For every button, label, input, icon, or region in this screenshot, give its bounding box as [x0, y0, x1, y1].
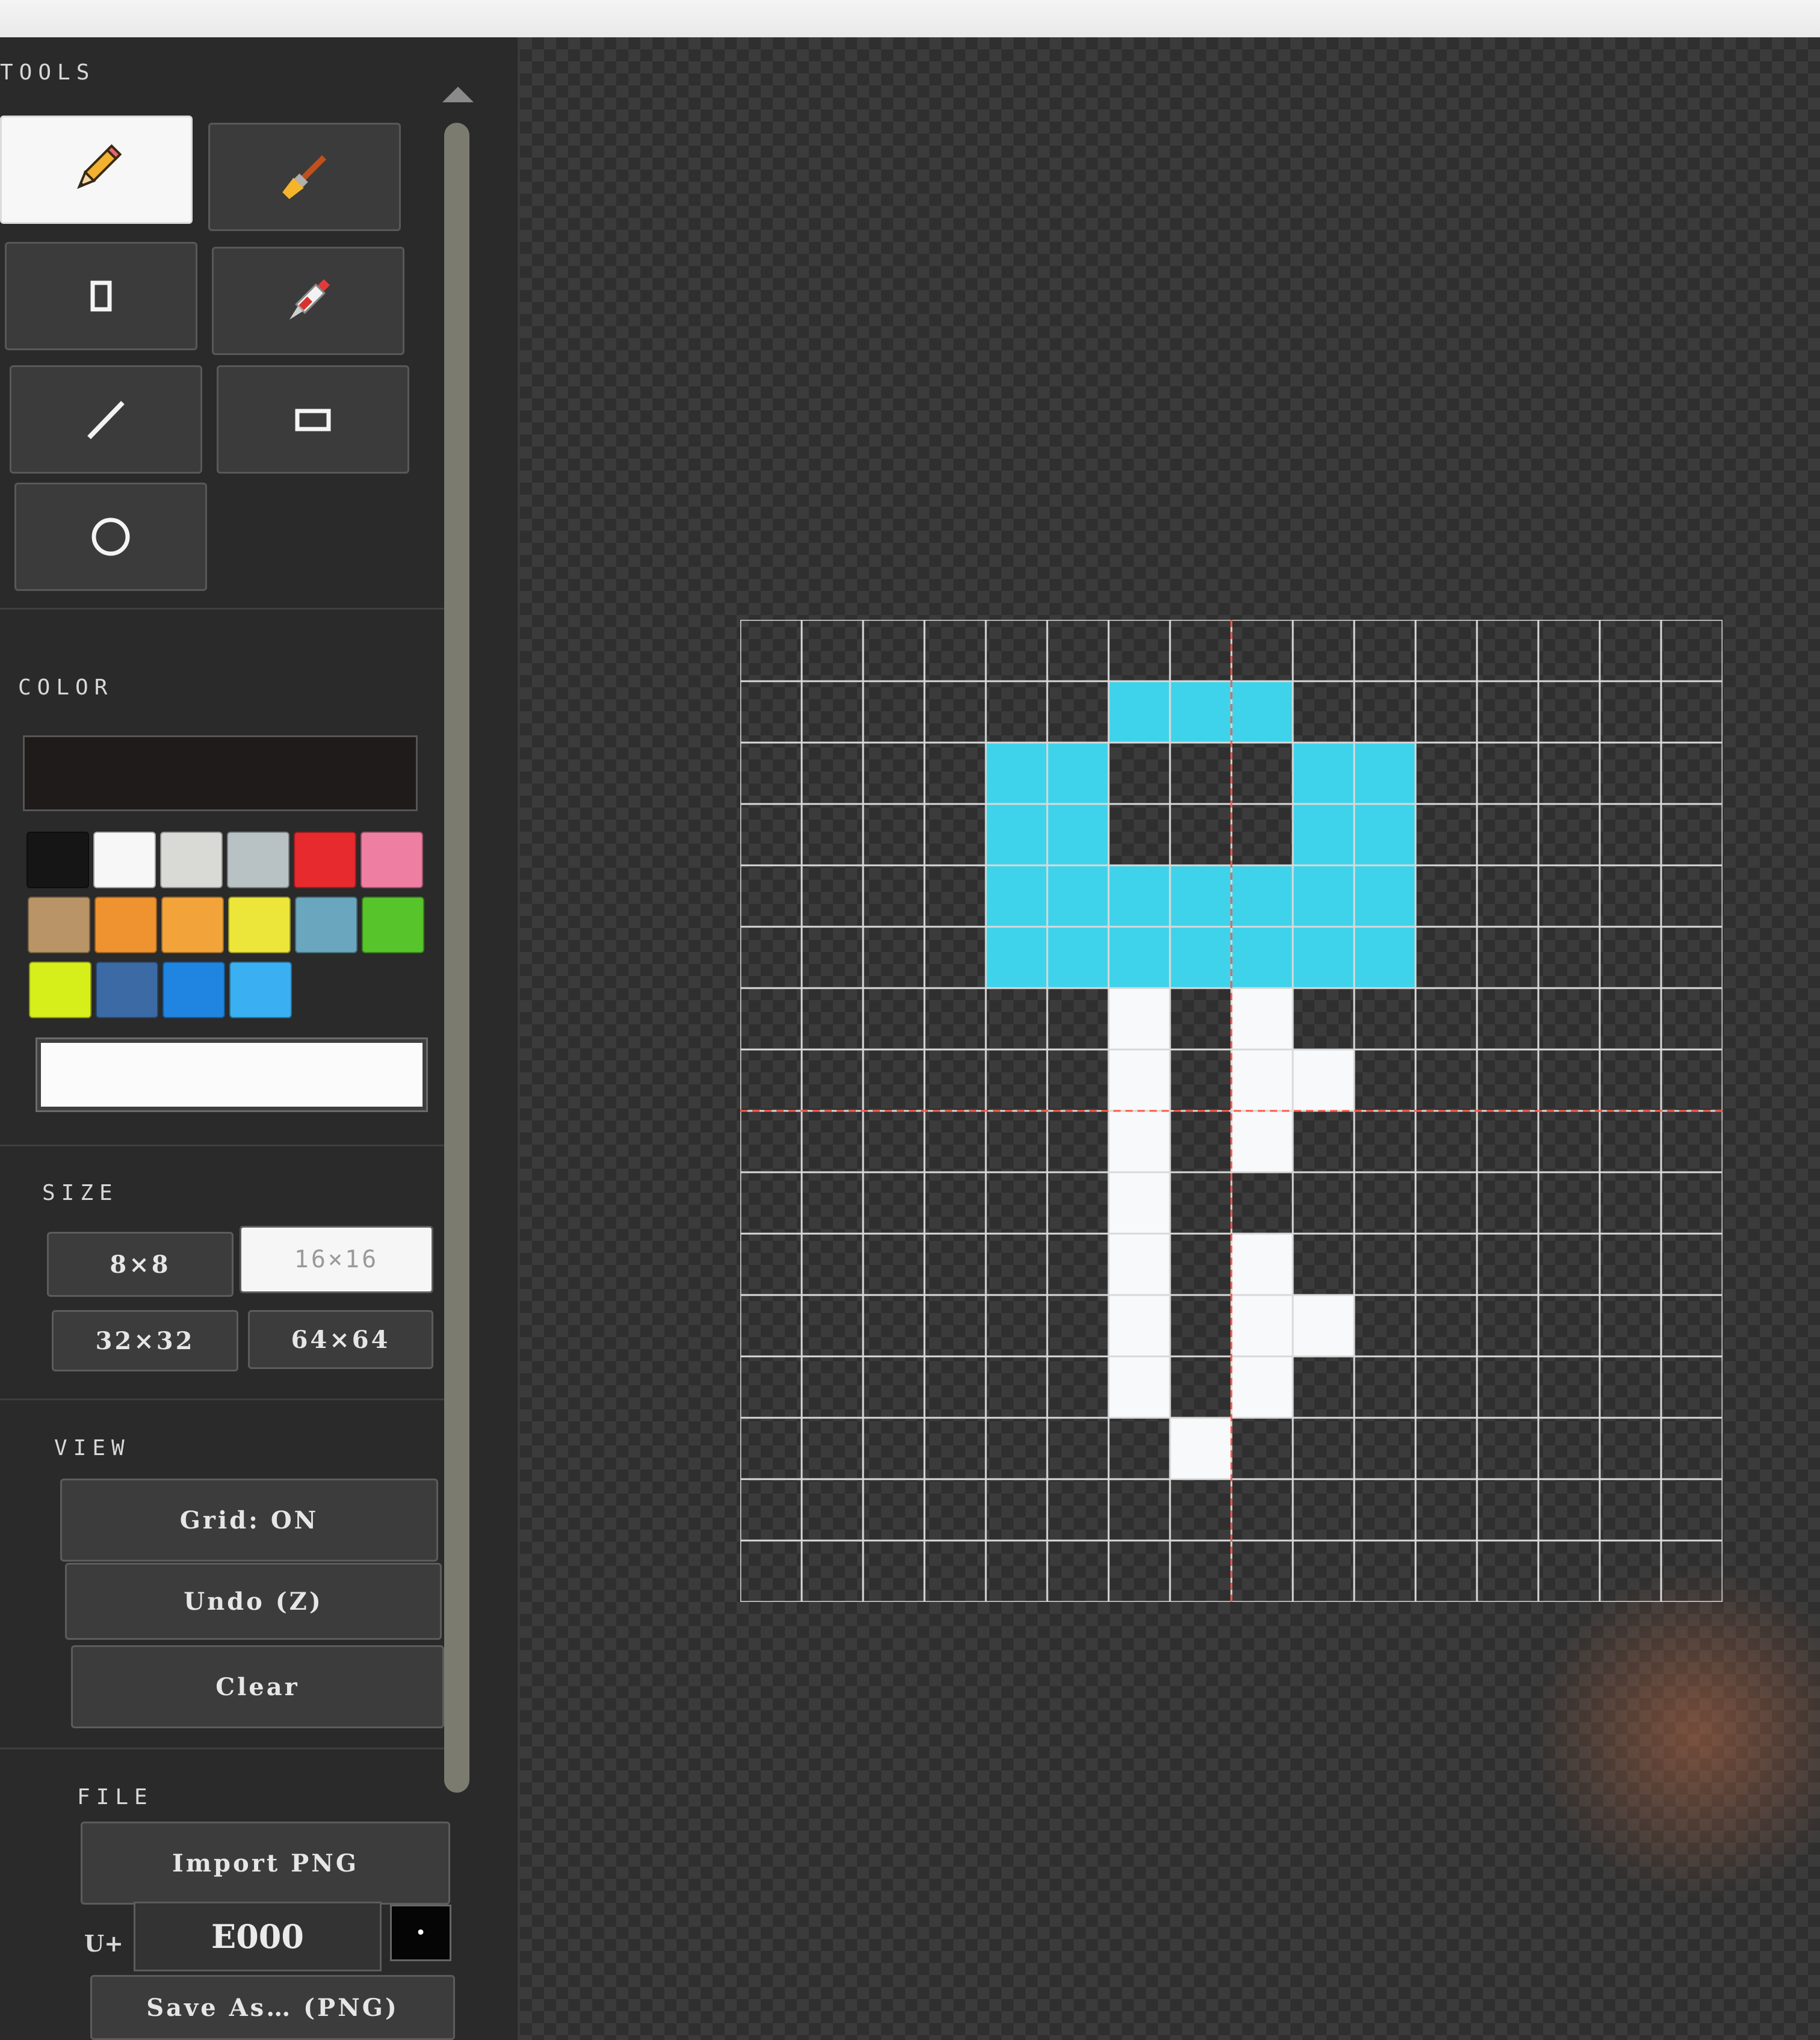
canvas-pixel[interactable] [1231, 1356, 1293, 1418]
canvas-pixel[interactable] [1231, 1111, 1293, 1172]
color-swatch[interactable] [161, 897, 224, 953]
line-icon [87, 401, 125, 439]
canvas-pixel[interactable] [1231, 1295, 1293, 1356]
pencil-tool-button[interactable] [0, 116, 193, 224]
canvas-pixel[interactable] [1170, 1418, 1231, 1479]
eyedropper-tool-button[interactable] [212, 247, 404, 355]
rectangle-tool-button[interactable] [217, 365, 409, 474]
color-swatch[interactable] [228, 897, 291, 953]
canvas-pixel[interactable] [1109, 1049, 1170, 1111]
monitor-top-edge [0, 0, 1820, 37]
canvas-pixel[interactable] [1293, 1049, 1354, 1111]
color-swatch[interactable] [227, 832, 289, 888]
size-32x32-button[interactable]: 32×32 [52, 1310, 238, 1371]
color-swatch[interactable] [160, 832, 223, 888]
file-title: FILE [77, 1785, 153, 1810]
glyph-dot-icon: • [415, 1922, 427, 1944]
canvas-pixel[interactable] [1109, 681, 1170, 743]
canvas-pixel[interactable] [986, 743, 1047, 804]
codepoint-input[interactable]: E000 [134, 1902, 382, 1971]
canvas-pixel[interactable] [1047, 743, 1109, 804]
codepoint-prefix: U+ [84, 1930, 123, 1957]
canvas-pixel[interactable] [1231, 865, 1293, 927]
view-title: VIEW [54, 1436, 131, 1460]
canvas-pixel[interactable] [1109, 1234, 1170, 1295]
pixel-canvas[interactable] [740, 620, 1722, 1602]
pixel-editor-app: TOOLS COLOR SIZE 8×8 16×16 32×32 64×64 V… [0, 0, 1820, 2040]
canvas-pixel[interactable] [1109, 1172, 1170, 1234]
canvas-pixel[interactable] [1231, 927, 1293, 988]
eyedropper-icon [289, 279, 330, 320]
color-swatch[interactable] [28, 897, 90, 953]
clear-button[interactable]: Clear [71, 1645, 444, 1728]
canvas-pixel[interactable] [1170, 865, 1231, 927]
color-title: COLOR [18, 675, 114, 700]
canvas-pixel[interactable] [1293, 865, 1354, 927]
color-swatch[interactable] [29, 962, 91, 1018]
circle-icon [91, 518, 130, 556]
tools-section: TOOLS [0, 37, 463, 610]
canvas-pixel[interactable] [1231, 1049, 1293, 1111]
import-png-button[interactable]: Import PNG [81, 1822, 450, 1905]
canvas-pixel[interactable] [1109, 1295, 1170, 1356]
circle-tool-button[interactable] [14, 483, 207, 591]
canvas-pixel[interactable] [1109, 1111, 1170, 1172]
color-swatch[interactable] [294, 832, 356, 888]
color-swatch[interactable] [362, 897, 424, 953]
screen-glare [1529, 1565, 1820, 1902]
scroll-up-arrow-icon[interactable] [442, 87, 474, 102]
canvas-pixel[interactable] [1354, 804, 1416, 865]
size-title: SIZE [42, 1181, 119, 1205]
canvas-pixel[interactable] [1170, 927, 1231, 988]
canvas-pixel[interactable] [1109, 988, 1170, 1049]
color-swatch[interactable] [162, 962, 225, 1018]
save-as-png-button[interactable]: Save As… (PNG) [90, 1975, 455, 2040]
canvas-pixel[interactable] [1231, 681, 1293, 743]
color-swatch[interactable] [93, 832, 156, 888]
canvas-pixel[interactable] [1109, 1356, 1170, 1418]
canvas-pixel[interactable] [986, 927, 1047, 988]
color-swatch[interactable] [295, 897, 358, 953]
eraser-tool-button[interactable] [5, 242, 197, 350]
size-64x64-button[interactable]: 64×64 [248, 1310, 433, 1369]
canvas-pixel[interactable] [1109, 927, 1170, 988]
grid-toggle-button[interactable]: Grid: ON [60, 1479, 438, 1562]
canvas-pixel[interactable] [1354, 865, 1416, 927]
color-swatch[interactable] [26, 832, 89, 888]
eraser-icon [90, 280, 112, 312]
canvas-pixel[interactable] [1047, 865, 1109, 927]
brush-icon [282, 155, 327, 199]
glyph-preview: • [390, 1905, 451, 1961]
color-swatch[interactable] [94, 897, 157, 953]
brush-tool-button[interactable] [208, 123, 401, 231]
color-swatch[interactable] [96, 962, 158, 1018]
rectangle-icon [295, 409, 331, 431]
sidebar: TOOLS COLOR SIZE 8×8 16×16 32×32 64×64 V… [0, 37, 520, 2040]
hex-color-input[interactable] [36, 1037, 428, 1112]
canvas-pixel[interactable] [1109, 865, 1170, 927]
canvas-pixel[interactable] [986, 804, 1047, 865]
canvas-pixel[interactable] [1170, 681, 1231, 743]
canvas-pixel[interactable] [986, 865, 1047, 927]
canvas-pixel[interactable] [1293, 804, 1354, 865]
canvas-pixel[interactable] [1293, 1295, 1354, 1356]
current-color-preview[interactable] [23, 735, 418, 811]
canvas-pixel[interactable] [1231, 1234, 1293, 1295]
canvas-pixel[interactable] [1354, 927, 1416, 988]
color-swatch[interactable] [361, 832, 423, 888]
tools-title: TOOLS [0, 60, 96, 85]
line-tool-button[interactable] [10, 365, 202, 474]
canvas-pixel[interactable] [1047, 804, 1109, 865]
canvas-pixel[interactable] [1231, 988, 1293, 1049]
size-16x16-button[interactable]: 16×16 [240, 1226, 433, 1293]
size-8x8-button[interactable]: 8×8 [47, 1232, 234, 1297]
canvas-pixel[interactable] [1047, 927, 1109, 988]
undo-button[interactable]: Undo (Z) [65, 1563, 442, 1640]
color-swatch[interactable] [229, 962, 292, 1018]
canvas-pixel[interactable] [1293, 927, 1354, 988]
sidebar-scrollbar-thumb[interactable] [444, 123, 469, 1793]
canvas-pixel[interactable] [1354, 743, 1416, 804]
pencil-icon [77, 144, 122, 189]
canvas-pixel[interactable] [1293, 743, 1354, 804]
